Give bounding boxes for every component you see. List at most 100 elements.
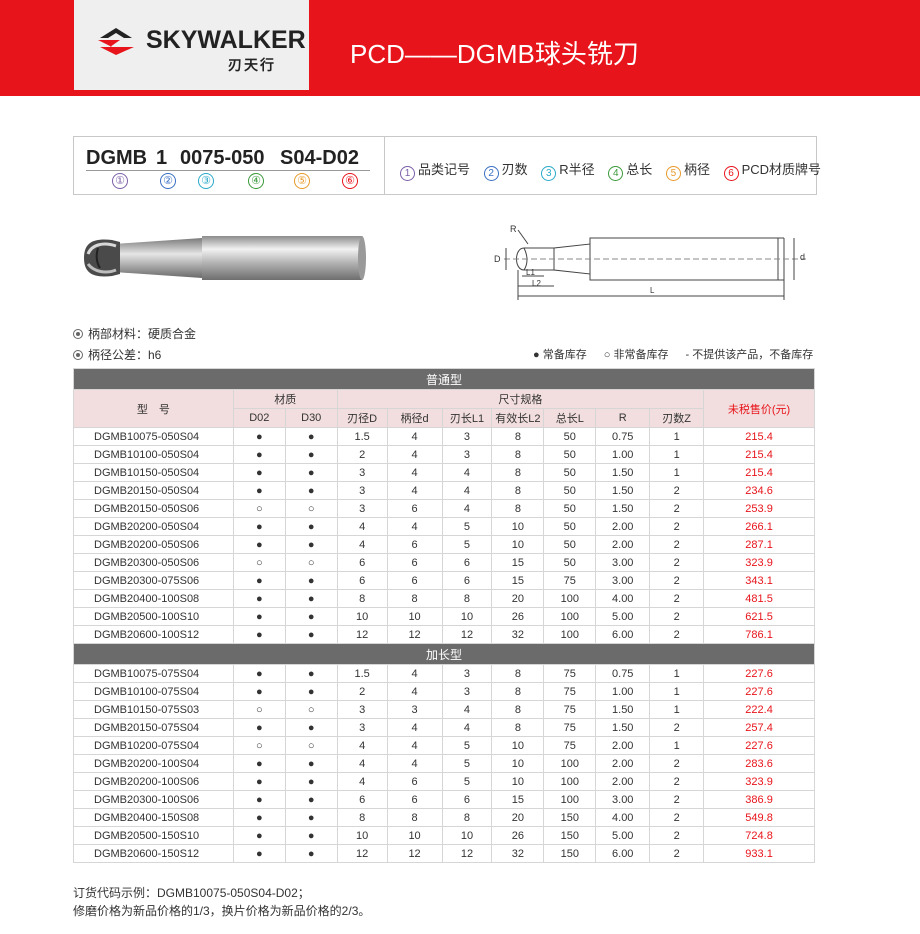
table-cell: 5.00 bbox=[595, 826, 651, 845]
cell-price: 323.9 bbox=[703, 553, 815, 572]
table-cell: 1 bbox=[649, 664, 705, 683]
table-cell: ● bbox=[232, 718, 286, 737]
table-cell: 2 bbox=[649, 625, 705, 644]
table-cell: 4 bbox=[441, 700, 493, 719]
label-R: R bbox=[510, 224, 517, 234]
stock-legend: ● 常备库存 ○ 非常备库存 - 不提供该产品，不备库存 bbox=[533, 346, 827, 362]
table-cell: 50 bbox=[543, 517, 597, 536]
table-cell: 3 bbox=[336, 700, 388, 719]
table-cell: 150 bbox=[543, 844, 597, 863]
header-col: R bbox=[595, 408, 651, 428]
table-cell: ● bbox=[284, 607, 338, 626]
table-cell: 2 bbox=[336, 445, 388, 464]
table-cell: 8 bbox=[491, 664, 545, 683]
header-col: 刃径D bbox=[336, 408, 388, 428]
table-row: DGMB20600-150S12 ● ● 12 12 12 32 150 6.00 2 933.1 bbox=[73, 844, 815, 863]
table-cell: ● bbox=[232, 571, 286, 590]
table-cell: ● bbox=[284, 772, 338, 791]
table-cell: 2 bbox=[649, 553, 705, 572]
table-cell: 3 bbox=[336, 718, 388, 737]
cell-price: 343.1 bbox=[703, 571, 815, 590]
header-col: 有效长L2 bbox=[491, 408, 545, 428]
product-code-box: DGMB 1 0075-050 S04-D02 ① ② ③ ④ ⑤ ⑥ 1 品类记… bbox=[73, 136, 821, 195]
table-cell: 1.00 bbox=[595, 445, 651, 464]
cell-price: 257.4 bbox=[703, 718, 815, 737]
table-row: DGMB20500-150S10 ● ● 10 10 10 26 150 5.00 2 724.8 bbox=[73, 826, 815, 845]
table-cell: 100 bbox=[543, 772, 597, 791]
table-cell: 3 bbox=[441, 445, 493, 464]
table-cell: 50 bbox=[543, 499, 597, 518]
table-cell: 5 bbox=[441, 517, 493, 536]
table-cell: 1.50 bbox=[595, 481, 651, 500]
cell-price: 481.5 bbox=[703, 589, 815, 608]
label-d: d bbox=[800, 252, 805, 262]
table-cell: 12 bbox=[336, 844, 388, 863]
legend-item: 6 PCD材质牌号 bbox=[723, 159, 821, 181]
table-row: DGMB20200-100S06 ● ● 4 6 5 10 100 2.00 2 323.9 bbox=[73, 772, 815, 791]
table-cell: ● bbox=[232, 625, 286, 644]
table-cell: 5 bbox=[441, 535, 493, 554]
code-segment-shank-grade: S04-D02 bbox=[280, 147, 359, 169]
table-cell: 20 bbox=[491, 589, 545, 608]
table-cell: ● bbox=[232, 682, 286, 701]
table-cell: 2 bbox=[649, 718, 705, 737]
table-cell: 4 bbox=[386, 754, 443, 773]
table-cell: 6 bbox=[386, 571, 443, 590]
table-cell: ● bbox=[232, 808, 286, 827]
table-cell: 6 bbox=[386, 535, 443, 554]
table-cell: 100 bbox=[543, 790, 597, 809]
table-cell: 50 bbox=[543, 445, 597, 464]
table-cell: 3 bbox=[386, 700, 443, 719]
table-cell: 8 bbox=[491, 481, 545, 500]
table-cell: ● bbox=[232, 607, 286, 626]
table-cell: 4 bbox=[441, 463, 493, 482]
table-cell: 10 bbox=[491, 754, 545, 773]
table-cell: 5 bbox=[441, 736, 493, 755]
table-cell: 4 bbox=[336, 772, 388, 791]
table-cell: 5 bbox=[441, 754, 493, 773]
table-cell: ● bbox=[232, 826, 286, 845]
skywalker-logo-icon bbox=[98, 28, 134, 55]
table-cell: 10 bbox=[491, 535, 545, 554]
table-cell: 8 bbox=[491, 499, 545, 518]
header-model: 型 号 bbox=[73, 389, 234, 428]
table-cell: 50 bbox=[543, 535, 597, 554]
table-cell: ● bbox=[284, 754, 338, 773]
table-cell: 2 bbox=[649, 772, 705, 791]
table-cell: 5 bbox=[441, 772, 493, 791]
table-row: DGMB10075-075S04 ● ● 1.5 4 3 8 75 0.75 1 227.6 bbox=[73, 664, 815, 683]
table-cell: 6 bbox=[386, 553, 443, 572]
table-cell: 100 bbox=[543, 625, 597, 644]
table-cell: 8 bbox=[491, 682, 545, 701]
table-cell: 8 bbox=[491, 700, 545, 719]
note-tolerance: 柄径公差：h6 bbox=[73, 345, 196, 366]
cell-price: 215.4 bbox=[703, 463, 815, 482]
table-cell: ● bbox=[284, 826, 338, 845]
cell-price: 621.5 bbox=[703, 607, 815, 626]
table-cell: 50 bbox=[543, 481, 597, 500]
code-num-5: ⑤ bbox=[294, 173, 310, 189]
table-cell: 1 bbox=[649, 427, 705, 446]
table-cell: ● bbox=[284, 625, 338, 644]
table-cell: 10 bbox=[336, 607, 388, 626]
table-cell: ● bbox=[284, 445, 338, 464]
section-long: 加长型 bbox=[73, 643, 815, 665]
table-cell: ● bbox=[284, 682, 338, 701]
table-cell: ○ bbox=[284, 553, 338, 572]
table-row: DGMB10150-050S04 ● ● 3 4 4 8 50 1.50 1 215.4 bbox=[73, 463, 815, 482]
table-cell: ● bbox=[284, 427, 338, 446]
cell-price: 253.9 bbox=[703, 499, 815, 518]
header-col: D02 bbox=[232, 408, 286, 428]
table-cell: ● bbox=[284, 718, 338, 737]
table-cell: 10 bbox=[386, 826, 443, 845]
table-cell: ● bbox=[232, 790, 286, 809]
table-cell: 5.00 bbox=[595, 607, 651, 626]
cell-price: 227.6 bbox=[703, 682, 815, 701]
table-cell: ○ bbox=[232, 553, 286, 572]
table-row: DGMB20300-050S06 ○ ○ 6 6 6 15 50 3.00 2 323.9 bbox=[73, 553, 815, 572]
table-cell: 32 bbox=[491, 625, 545, 644]
table-cell: ● bbox=[232, 589, 286, 608]
table-cell: 8 bbox=[491, 463, 545, 482]
legend-item: 2 刃数 bbox=[483, 159, 528, 181]
cell-price: 386.9 bbox=[703, 790, 815, 809]
